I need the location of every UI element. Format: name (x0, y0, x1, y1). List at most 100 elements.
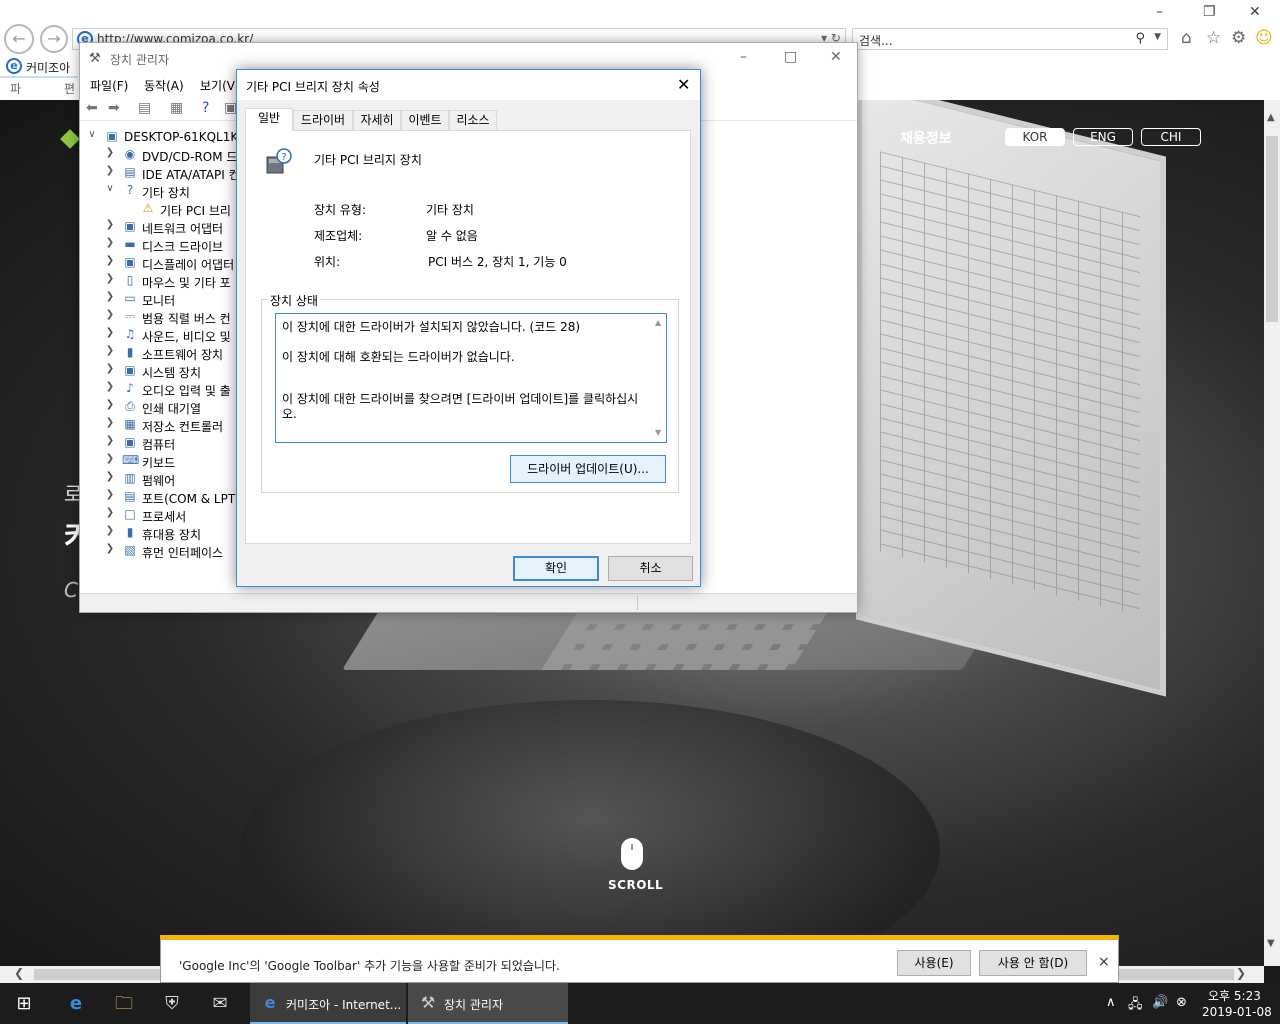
no-connection-icon[interactable]: ⊗ (1176, 995, 1187, 1010)
device-status-textbox[interactable]: 이 장치에 대한 드라이버가 설치되지 않았습니다. (코드 28) 이 장치에… (275, 313, 667, 443)
close-icon[interactable]: ✕ (830, 49, 842, 65)
close-icon[interactable]: ✕ (677, 75, 690, 94)
close-icon[interactable]: ✕ (1249, 4, 1261, 20)
chevron-right-icon[interactable]: ❯ (104, 363, 116, 374)
ie-menu-edit[interactable]: 편 (64, 80, 75, 97)
chevron-right-icon[interactable]: ❯ (104, 165, 116, 176)
site-logo-icon[interactable] (60, 129, 80, 149)
tree-item-label: 휴먼 인터페이스 (142, 546, 224, 560)
scrollbar-thumb[interactable] (1266, 136, 1278, 322)
chevron-down-icon[interactable]: ▼ (1154, 32, 1161, 42)
chevron-right-icon[interactable]: ❯ (104, 417, 116, 428)
scroll-left-icon[interactable]: ❮ (14, 966, 24, 980)
forward-button[interactable]: → (40, 25, 68, 53)
chevron-right-icon[interactable]: ❯ (104, 507, 116, 518)
taskbar-ie-app[interactable]: e 커미조아 - Internet... (250, 983, 406, 1024)
close-icon[interactable]: × (1098, 954, 1110, 970)
chevron-right-icon[interactable]: ❯ (104, 219, 116, 230)
network-icon[interactable]: 🖧 (1128, 995, 1143, 1017)
start-button[interactable]: ⊞ (0, 983, 48, 1024)
chevron-right-icon[interactable]: ❯ (104, 525, 116, 536)
favorites-star-icon[interactable]: ☆ (1206, 28, 1221, 48)
chevron-right-icon[interactable]: ❯ (104, 273, 116, 284)
edge-icon[interactable]: e (52, 983, 100, 1024)
chevron-right-icon[interactable]: ❯ (104, 345, 116, 356)
scroll-down-icon[interactable]: ▼ (655, 428, 661, 437)
browser-tab[interactable]: e 커미조아 (0, 54, 78, 78)
window-title: 장치 관리자 (110, 53, 170, 67)
scroll-right-icon[interactable]: ❯ (1236, 966, 1246, 980)
lang-chi-button[interactable]: CHI (1141, 128, 1201, 146)
chevron-right-icon[interactable]: ❯ (104, 453, 116, 464)
tab-driver[interactable]: 드라이버 (293, 110, 353, 130)
unknown-device-icon: ? (126, 183, 134, 197)
help-icon[interactable]: ? (202, 100, 209, 116)
location-value: PCI 버스 2, 장치 1, 기능 0 (428, 255, 567, 269)
chevron-right-icon[interactable]: ❯ (104, 327, 116, 338)
search-icon[interactable]: ⚲ (1135, 31, 1145, 46)
volume-icon[interactable]: 🔊 (1152, 995, 1168, 1010)
tab-resources[interactable]: 리소스 (449, 110, 497, 130)
store-icon[interactable]: ⛨ (148, 983, 196, 1024)
home-icon[interactable]: ⌂ (1181, 28, 1192, 48)
menu-file[interactable]: 파일(F) (90, 77, 128, 94)
tab-events[interactable]: 이벤트 (401, 110, 449, 130)
chevron-right-icon[interactable]: ❯ (104, 471, 116, 482)
minimize-icon[interactable]: – (1156, 4, 1163, 20)
nav-recruit-link[interactable]: 채용정보 (900, 128, 952, 148)
ok-button[interactable]: 확인 (513, 556, 599, 581)
list-view-icon[interactable]: ▦ (170, 100, 183, 116)
gear-icon[interactable]: ⚙ (1231, 28, 1246, 48)
addon-notification-bar: 'Google Inc'의 'Google Toolbar' 추가 기능을 사용… (160, 935, 1119, 983)
maximize-icon[interactable]: □ (784, 49, 797, 65)
mail-icon[interactable]: ✉ (196, 983, 244, 1024)
chevron-right-icon[interactable]: ❯ (104, 309, 116, 320)
disable-addon-button[interactable]: 사용 안 함(D) (979, 950, 1087, 976)
chevron-right-icon[interactable]: ❯ (104, 399, 116, 410)
chevron-right-icon[interactable]: ❯ (104, 489, 116, 500)
scroll-down-icon[interactable]: ▼ (1267, 938, 1275, 949)
lang-kor-button[interactable]: KOR (1005, 128, 1065, 146)
chevron-right-icon[interactable]: ❯ (104, 237, 116, 248)
cancel-button[interactable]: 취소 (608, 556, 693, 581)
tab-general[interactable]: 일반 (245, 108, 293, 131)
search-box[interactable]: 검색... ⚲ ▼ (852, 28, 1168, 50)
sound-icon: ♫ (124, 327, 136, 341)
menu-action[interactable]: 동작(A) (144, 77, 184, 94)
tab-details[interactable]: 자세히 (353, 110, 401, 130)
chevron-up-icon[interactable]: ∧ (1106, 995, 1116, 1010)
forward-arrow-icon[interactable]: ➡ (108, 100, 120, 116)
restore-icon[interactable]: ❐ (1203, 4, 1216, 20)
clock-date[interactable]: 2019-01-08 (1202, 1005, 1272, 1019)
search-input[interactable]: 검색... (859, 32, 893, 49)
warning-device-icon: ⚠ (142, 201, 154, 215)
clock-time[interactable]: 오후 5:23 (1208, 987, 1261, 1004)
dialog-titlebar[interactable]: 기타 PCI 브리지 장치 속성 ✕ (237, 70, 700, 100)
chevron-right-icon[interactable]: ❯ (104, 147, 116, 158)
mouse-icon: ▯ (126, 273, 134, 287)
scroll-up-icon[interactable]: ▲ (1267, 112, 1275, 123)
chevron-down-icon[interactable]: ∨ (104, 183, 116, 194)
update-driver-button[interactable]: 드라이버 업데이트(U)... (510, 455, 666, 483)
minimize-icon[interactable]: – (740, 49, 747, 65)
scroll-mouse-icon[interactable] (621, 838, 643, 870)
back-arrow-icon[interactable]: ⬅ (86, 100, 98, 116)
file-explorer-icon[interactable]: 🗀 (100, 983, 148, 1024)
chevron-right-icon[interactable]: ❯ (104, 255, 116, 266)
status-scrollbar[interactable]: ▲ ▼ (652, 314, 667, 442)
menu-view[interactable]: 보기(V (200, 77, 235, 94)
back-button[interactable]: ← (4, 24, 34, 54)
chevron-right-icon[interactable]: ❯ (104, 543, 116, 554)
scroll-up-icon[interactable]: ▲ (655, 318, 661, 327)
properties-icon[interactable]: ▤ (138, 100, 151, 116)
lang-eng-button[interactable]: ENG (1073, 128, 1133, 146)
disk-icon: ▬ (124, 237, 136, 251)
vertical-scrollbar[interactable]: ▲ ▼ (1264, 100, 1280, 966)
smiley-feedback-icon[interactable]: ☺ (1255, 28, 1273, 48)
chevron-right-icon[interactable]: ❯ (104, 435, 116, 446)
chevron-right-icon[interactable]: ❯ (104, 381, 116, 392)
enable-addon-button[interactable]: 사용(E) (897, 950, 971, 976)
taskbar-device-manager-app[interactable]: ⚒ 장치 관리자 (408, 983, 568, 1024)
chevron-right-icon[interactable]: ❯ (104, 291, 116, 302)
chevron-down-icon[interactable]: ∨ (86, 129, 98, 140)
